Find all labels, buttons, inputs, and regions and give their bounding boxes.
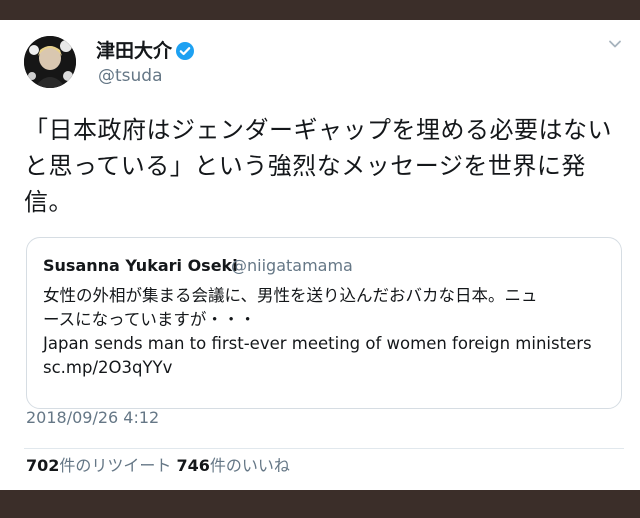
chevron-down-icon[interactable]	[607, 36, 623, 52]
quoted-text: 女性の外相が集まる会議に、男性を送り込んだおバカな日本。ニュ ースになっています…	[43, 284, 608, 380]
divider	[24, 448, 624, 449]
quoted-text-line: ースになっていますが・・・	[43, 310, 256, 329]
photo-frame-top	[0, 0, 640, 20]
quoted-display-name: Susanna Yukari Oseki	[43, 256, 238, 275]
avatar[interactable]	[24, 36, 76, 88]
tweet-text-line: 信。	[24, 188, 73, 216]
like-count[interactable]: 746	[177, 456, 210, 475]
quoted-handle: @niigatamama	[231, 256, 353, 275]
quoted-text-line: Japan sends man to first-ever meeting of…	[43, 334, 592, 353]
quoted-tweet[interactable]: Susanna Yukari Oseki @niigatamama 女性の外相が…	[26, 237, 622, 409]
photo-frame-bottom	[0, 490, 640, 518]
verified-icon	[176, 42, 194, 60]
quoted-text-line: 女性の外相が集まる会議に、男性を送り込んだおバカな日本。ニュ	[43, 286, 538, 305]
display-name[interactable]: 津田大介	[96, 40, 172, 62]
tweet-card: 津田大介 @tsuda 「日本政府はジェンダーギャップを埋める必要はない と思っ…	[0, 20, 640, 490]
user-handle[interactable]: @tsuda	[98, 66, 163, 86]
retweet-label[interactable]: 件のリツイート	[59, 456, 171, 475]
tweet-text-line: 「日本政府はジェンダーギャップを埋める必要はない	[24, 116, 612, 144]
retweet-count[interactable]: 702	[26, 456, 59, 475]
tweet-text-line: と思っている」という強烈なメッセージを世界に発	[24, 152, 586, 180]
quoted-link[interactable]: sc.mp/2O3qYYv	[43, 356, 608, 380]
like-label[interactable]: 件のいいね	[210, 456, 290, 475]
engagement-stats: 702件のリツイート 746件のいいね	[26, 452, 290, 476]
tweet-text: 「日本政府はジェンダーギャップを埋める必要はない と思っている」という強烈なメッ…	[24, 112, 624, 220]
timestamp[interactable]: 2018/09/26 4:12	[26, 408, 159, 427]
